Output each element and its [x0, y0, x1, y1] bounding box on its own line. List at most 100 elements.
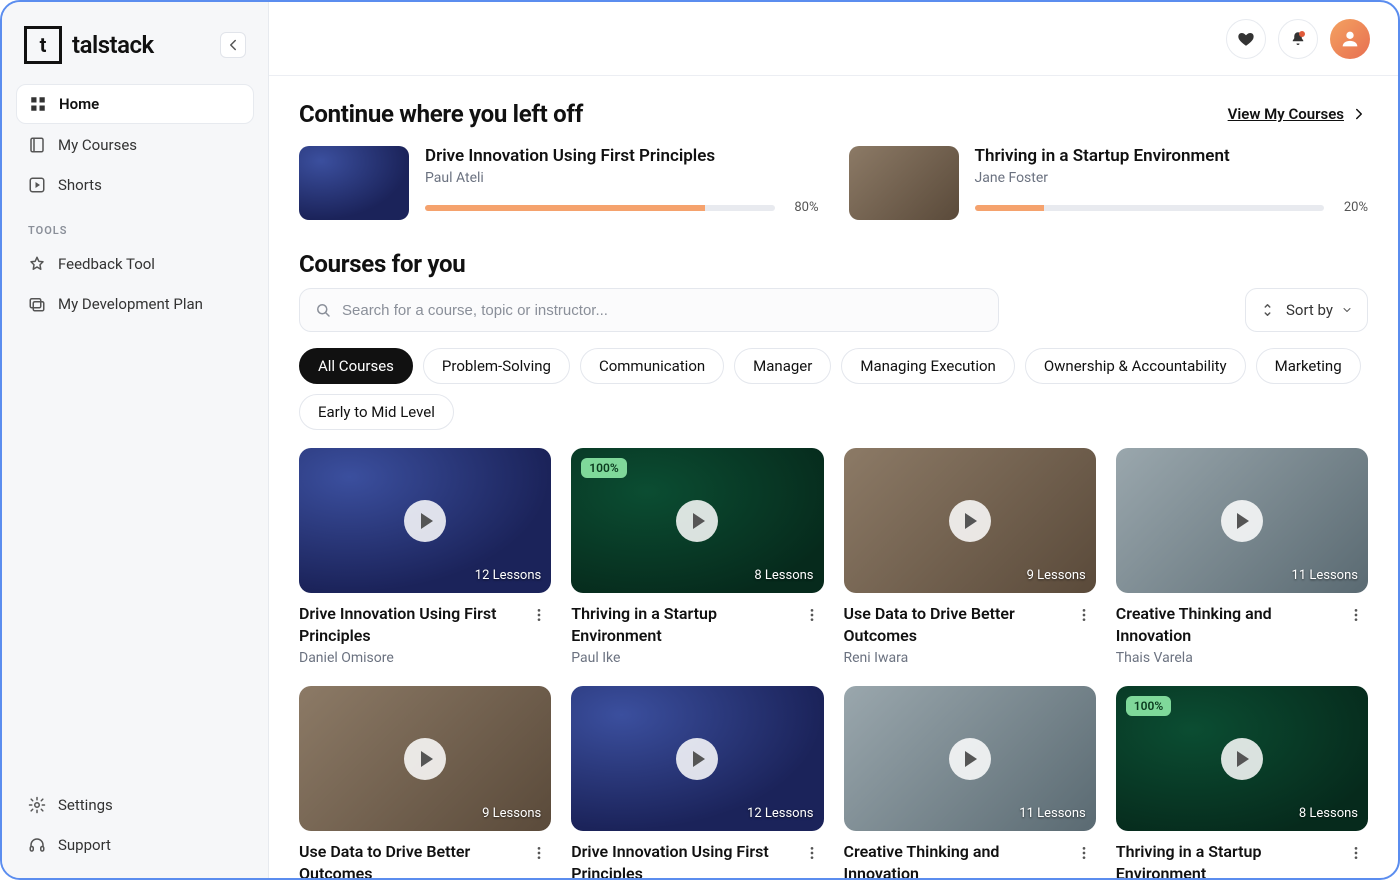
continue-thumbnail [299, 146, 409, 220]
view-my-courses-label: View My Courses [1228, 105, 1344, 123]
filter-chip-managing-execution[interactable]: Managing Execution [841, 348, 1014, 384]
avatar[interactable] [1330, 19, 1370, 59]
course-more-button[interactable] [1344, 841, 1368, 865]
logo-text: talstack [72, 31, 154, 59]
play-button[interactable] [676, 738, 718, 780]
view-my-courses-link[interactable]: View My Courses [1228, 105, 1368, 123]
sidebar-item-shorts[interactable]: Shorts [16, 166, 254, 204]
more-vertical-icon [804, 845, 820, 861]
lessons-count: 9 Lessons [482, 806, 541, 821]
course-card[interactable]: 9 Lessons Use Data to Drive Better Outco… [299, 686, 551, 878]
chevron-left-icon [224, 36, 242, 54]
course-card[interactable]: 11 Lessons Creative Thinking and Innovat… [1116, 448, 1368, 666]
course-card[interactable]: 11 Lessons Creative Thinking and Innovat… [844, 686, 1096, 878]
course-more-button[interactable] [527, 603, 551, 627]
lessons-count: 9 Lessons [1027, 568, 1086, 583]
sort-label: Sort by [1286, 301, 1333, 319]
play-icon [965, 513, 977, 529]
play-icon [693, 751, 705, 767]
course-title: Thriving in a Startup Environment [571, 603, 791, 646]
brand-logo[interactable]: t talstack [24, 26, 154, 64]
lessons-count: 11 Lessons [1292, 568, 1358, 583]
star-icon [28, 255, 46, 273]
search-input[interactable] [342, 302, 984, 319]
lessons-count: 8 Lessons [754, 568, 813, 583]
sidebar-item-feedback-tool[interactable]: Feedback Tool [16, 245, 254, 283]
user-icon [1339, 28, 1361, 50]
course-more-button[interactable] [800, 841, 824, 865]
course-thumbnail[interactable]: 12 Lessons [571, 686, 823, 831]
filter-chip-marketing[interactable]: Marketing [1256, 348, 1361, 384]
play-button[interactable] [1221, 500, 1263, 542]
course-thumbnail[interactable]: 9 Lessons [299, 686, 551, 831]
chevron-down-icon [1341, 304, 1353, 316]
play-icon [1237, 751, 1249, 767]
course-more-button[interactable] [800, 603, 824, 627]
course-thumbnail[interactable]: 100% 8 Lessons [1116, 686, 1368, 831]
course-title: Use Data to Drive Better Outcomes [844, 603, 1064, 646]
course-thumbnail[interactable]: 100% 8 Lessons [571, 448, 823, 593]
continue-course-title: Thriving in a Startup Environment [975, 146, 1369, 166]
sidebar-item-support[interactable]: Support [16, 826, 254, 864]
course-card[interactable]: 100% 8 Lessons Thriving in a Startup Env… [1116, 686, 1368, 878]
play-button[interactable] [1221, 738, 1263, 780]
play-button[interactable] [404, 500, 446, 542]
filter-chip-manager[interactable]: Manager [734, 348, 831, 384]
play-button[interactable] [404, 738, 446, 780]
lessons-count: 8 Lessons [1299, 806, 1358, 821]
filter-chip-all-courses[interactable]: All Courses [299, 348, 413, 384]
course-card[interactable]: 12 Lessons Drive Innovation Using First … [299, 448, 551, 666]
course-thumbnail[interactable]: 9 Lessons [844, 448, 1096, 593]
course-author: Reni Iwara [844, 650, 1064, 666]
sidebar-item-my-courses[interactable]: My Courses [16, 126, 254, 164]
more-vertical-icon [531, 845, 547, 861]
completion-badge: 100% [1126, 696, 1171, 716]
search-icon [314, 301, 332, 319]
course-thumbnail[interactable]: 11 Lessons [844, 686, 1096, 831]
filter-chip-early-to-mid-level[interactable]: Early to Mid Level [299, 394, 454, 430]
sort-button[interactable]: Sort by [1245, 288, 1368, 332]
course-title: Drive Innovation Using First Principles [299, 603, 519, 646]
search-box[interactable] [299, 288, 999, 332]
sidebar-collapse-button[interactable] [220, 32, 246, 58]
sidebar-item-settings[interactable]: Settings [16, 786, 254, 824]
course-title: Drive Innovation Using First Principles [571, 841, 791, 878]
course-card[interactable]: 9 Lessons Use Data to Drive Better Outco… [844, 448, 1096, 666]
progress-bar [425, 205, 775, 211]
play-button[interactable] [949, 500, 991, 542]
sidebar-item-label: Home [59, 95, 99, 113]
continue-card[interactable]: Thriving in a Startup Environment Jane F… [849, 146, 1369, 220]
course-more-button[interactable] [1344, 603, 1368, 627]
play-button[interactable] [949, 738, 991, 780]
topbar [269, 2, 1398, 76]
filter-chip-problem-solving[interactable]: Problem-Solving [423, 348, 570, 384]
course-more-button[interactable] [527, 841, 551, 865]
course-thumbnail[interactable]: 12 Lessons [299, 448, 551, 593]
course-card[interactable]: 12 Lessons Drive Innovation Using First … [571, 686, 823, 878]
courses-section-title: Courses for you [299, 250, 1368, 278]
course-title: Use Data to Drive Better Outcomes [299, 841, 519, 878]
heart-icon [1237, 30, 1255, 48]
course-more-button[interactable] [1072, 841, 1096, 865]
course-thumbnail[interactable]: 11 Lessons [1116, 448, 1368, 593]
continue-card[interactable]: Drive Innovation Using First Principles … [299, 146, 819, 220]
filter-chip-communication[interactable]: Communication [580, 348, 724, 384]
headset-icon [28, 836, 46, 854]
more-vertical-icon [1076, 845, 1092, 861]
course-card[interactable]: 100% 8 Lessons Thriving in a Startup Env… [571, 448, 823, 666]
continue-course-title: Drive Innovation Using First Principles [425, 146, 819, 166]
course-author: Thais Varela [1116, 650, 1336, 666]
plan-icon [28, 295, 46, 313]
sidebar-item-my-development-plan[interactable]: My Development Plan [16, 285, 254, 323]
sidebar-item-home[interactable]: Home [16, 84, 254, 124]
course-more-button[interactable] [1072, 603, 1096, 627]
play-icon [693, 513, 705, 529]
progress-bar [975, 205, 1325, 211]
favorites-button[interactable] [1226, 19, 1266, 59]
notifications-button[interactable] [1278, 19, 1318, 59]
play-button[interactable] [676, 500, 718, 542]
more-vertical-icon [1348, 845, 1364, 861]
filter-chip-ownership-accountability[interactable]: Ownership & Accountability [1025, 348, 1246, 384]
progress-percent: 80% [785, 200, 819, 215]
sidebar-item-label: Feedback Tool [58, 255, 155, 273]
